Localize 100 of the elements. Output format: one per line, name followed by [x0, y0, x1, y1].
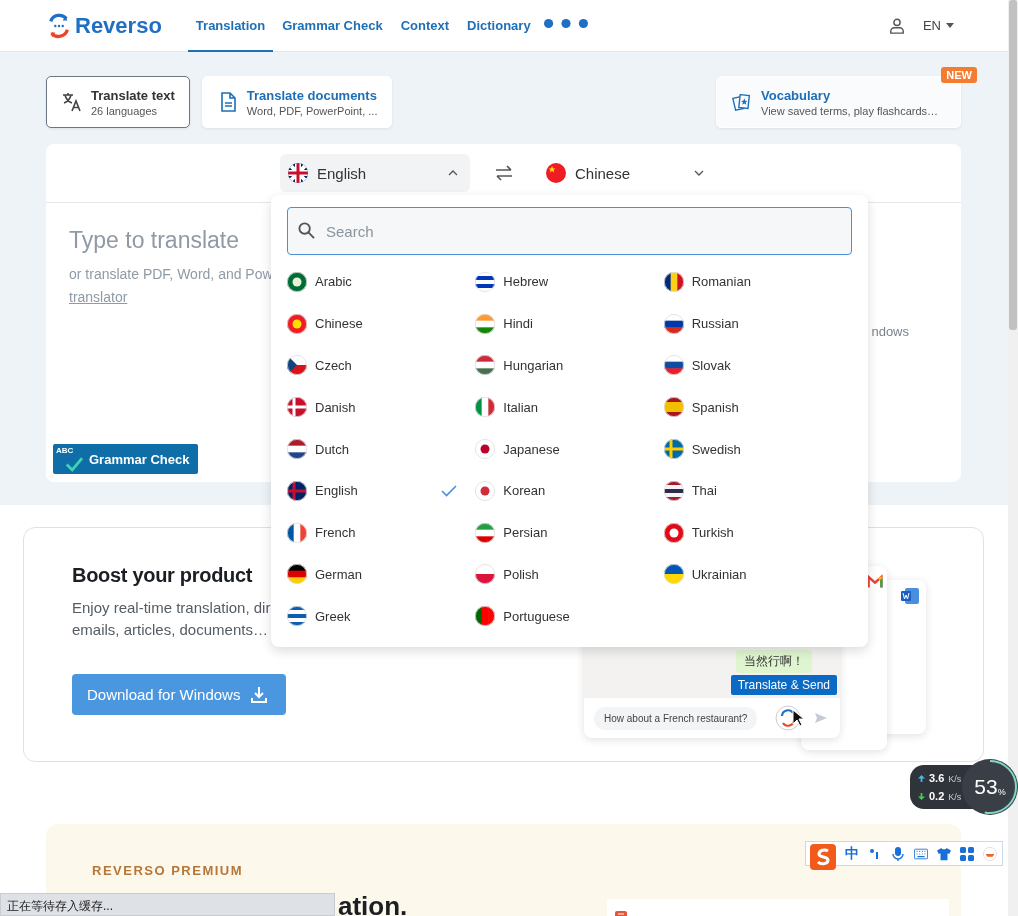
percent-sign: %: [997, 787, 1006, 797]
language-option[interactable]: Italian: [475, 386, 646, 429]
flag-icon: [287, 439, 307, 460]
chevron-icon: [448, 170, 458, 176]
more-icon[interactable]: [543, 18, 588, 29]
speed-unit: K/s: [948, 774, 962, 784]
flag-icon: [475, 313, 496, 334]
nav-tab[interactable]: Grammar Check: [273, 0, 392, 52]
language-option[interactable]: Dutch: [287, 428, 457, 470]
hint-text: or translate PDF, Word, and Pow: [69, 266, 273, 282]
language-option[interactable]: Greek: [287, 595, 457, 638]
caret-icon: [946, 23, 954, 28]
language-option[interactable]: Danish: [287, 386, 457, 429]
language-option[interactable]: Spanish: [663, 386, 834, 429]
pane-text: ndows: [871, 324, 909, 339]
language-option[interactable]: Hebrew: [475, 261, 646, 303]
upload-speed: 3.6: [929, 772, 945, 784]
usage-percent: 53: [974, 775, 998, 799]
flag-icon: [475, 271, 496, 292]
mode-tab[interactable]: Translate text 26 languages: [46, 76, 190, 128]
flag-icon: [475, 480, 496, 501]
shirt-icon[interactable]: [937, 846, 951, 861]
grid-icon[interactable]: [960, 846, 974, 861]
flag-icon: [475, 606, 496, 627]
upload-arrow-icon: [918, 775, 925, 782]
language-dropdown[interactable]: EN: [918, 16, 958, 35]
chat-input[interactable]: How about a French restaurant?: [594, 706, 758, 730]
mascot-icon[interactable]: [983, 846, 997, 861]
microphone-icon[interactable]: [891, 846, 905, 861]
language-option[interactable]: Polish: [475, 553, 646, 596]
download-speed: 0.2: [929, 790, 945, 802]
language-option[interactable]: Chinese: [287, 302, 457, 345]
speed-unit: K/s: [948, 792, 962, 802]
language-option[interactable]: Arabic: [287, 261, 457, 303]
language-option[interactable]: Swedish: [663, 428, 834, 470]
mail-app-icon: [867, 574, 883, 588]
cursor-icon: [792, 709, 804, 727]
search-field[interactable]: Search: [287, 207, 852, 255]
check-icon: [441, 484, 457, 497]
language-option[interactable]: Hungarian: [475, 344, 646, 387]
flag-icon: [288, 163, 308, 183]
flag-icon: [663, 439, 684, 460]
flag-icon: [287, 355, 307, 376]
premium-heading: ation.: [338, 891, 408, 916]
new-badge: NEW: [941, 67, 977, 83]
chevron-icon: [694, 170, 704, 176]
section-label: REVERSO PREMIUM: [92, 863, 244, 878]
flag-icon: [475, 564, 496, 585]
flag-icon: [287, 606, 307, 627]
language-option[interactable]: Romanian: [663, 261, 834, 303]
language-option[interactable]: Hindi: [475, 302, 646, 345]
language-option[interactable]: German: [287, 553, 457, 596]
flag-icon: [663, 397, 684, 418]
download-icon: [250, 685, 269, 704]
flag-icon: [287, 313, 307, 334]
document-app-icon: [901, 588, 919, 604]
translate-icon: [61, 91, 83, 113]
flag-icon: [663, 480, 684, 501]
search-icon: [298, 222, 315, 239]
status-text: 正在等待存入缓存...: [7, 899, 113, 913]
flag-icon: [475, 522, 496, 543]
flag-icon: [287, 480, 307, 501]
language-option[interactable]: English: [287, 470, 457, 512]
flag-icon: [287, 522, 307, 543]
abc-label: ABC: [56, 446, 74, 455]
promo-text: emails, articles, documents…: [72, 620, 268, 640]
input-method-icon[interactable]: [810, 843, 836, 870]
logo-text[interactable]: Reverso: [75, 12, 162, 39]
download-arrow-icon: [918, 793, 925, 800]
language-option[interactable]: Japanese: [475, 428, 646, 470]
nav-tab[interactable]: Dictionary: [458, 0, 540, 52]
user-icon[interactable]: [888, 17, 905, 34]
input-mode-toggle[interactable]: 中: [845, 844, 859, 863]
language-option[interactable]: Ukrainian: [663, 553, 834, 596]
logo-icon: [46, 12, 72, 39]
source-language-button[interactable]: English: [280, 154, 470, 192]
flag-icon: [475, 439, 496, 460]
language-option[interactable]: Czech: [287, 344, 457, 387]
language-option[interactable]: Turkish: [663, 511, 834, 554]
mode-tab[interactable]: Translate documents Word, PDF, PowerPoint, ...: [201, 76, 393, 128]
flag-icon: [663, 522, 684, 543]
flag-icon: [663, 564, 684, 585]
language-option[interactable]: Slovak: [663, 344, 834, 387]
chat-bubble: 当然行啊！: [736, 650, 812, 673]
language-option[interactable]: French: [287, 511, 457, 554]
nav-tab[interactable]: Context: [391, 0, 459, 52]
promo-heading: Boost your product: [72, 564, 253, 587]
language-option[interactable]: Korean: [475, 470, 646, 512]
tooltip: Translate & Send: [730, 675, 837, 695]
language-option[interactable]: Portuguese: [475, 595, 646, 638]
keyboard-icon[interactable]: [914, 846, 928, 861]
flag-icon: [475, 397, 496, 418]
language-option[interactable]: Russian: [663, 302, 834, 345]
scrollbar-thumb[interactable]: [1009, 0, 1017, 330]
swap-icon[interactable]: [494, 165, 514, 181]
flag-icon: [287, 564, 307, 585]
language-option[interactable]: Persian: [475, 511, 646, 554]
flag-icon: [663, 313, 684, 334]
language-option[interactable]: Thai: [663, 470, 834, 512]
grammar-check-button[interactable]: Grammar Check: [83, 444, 199, 474]
